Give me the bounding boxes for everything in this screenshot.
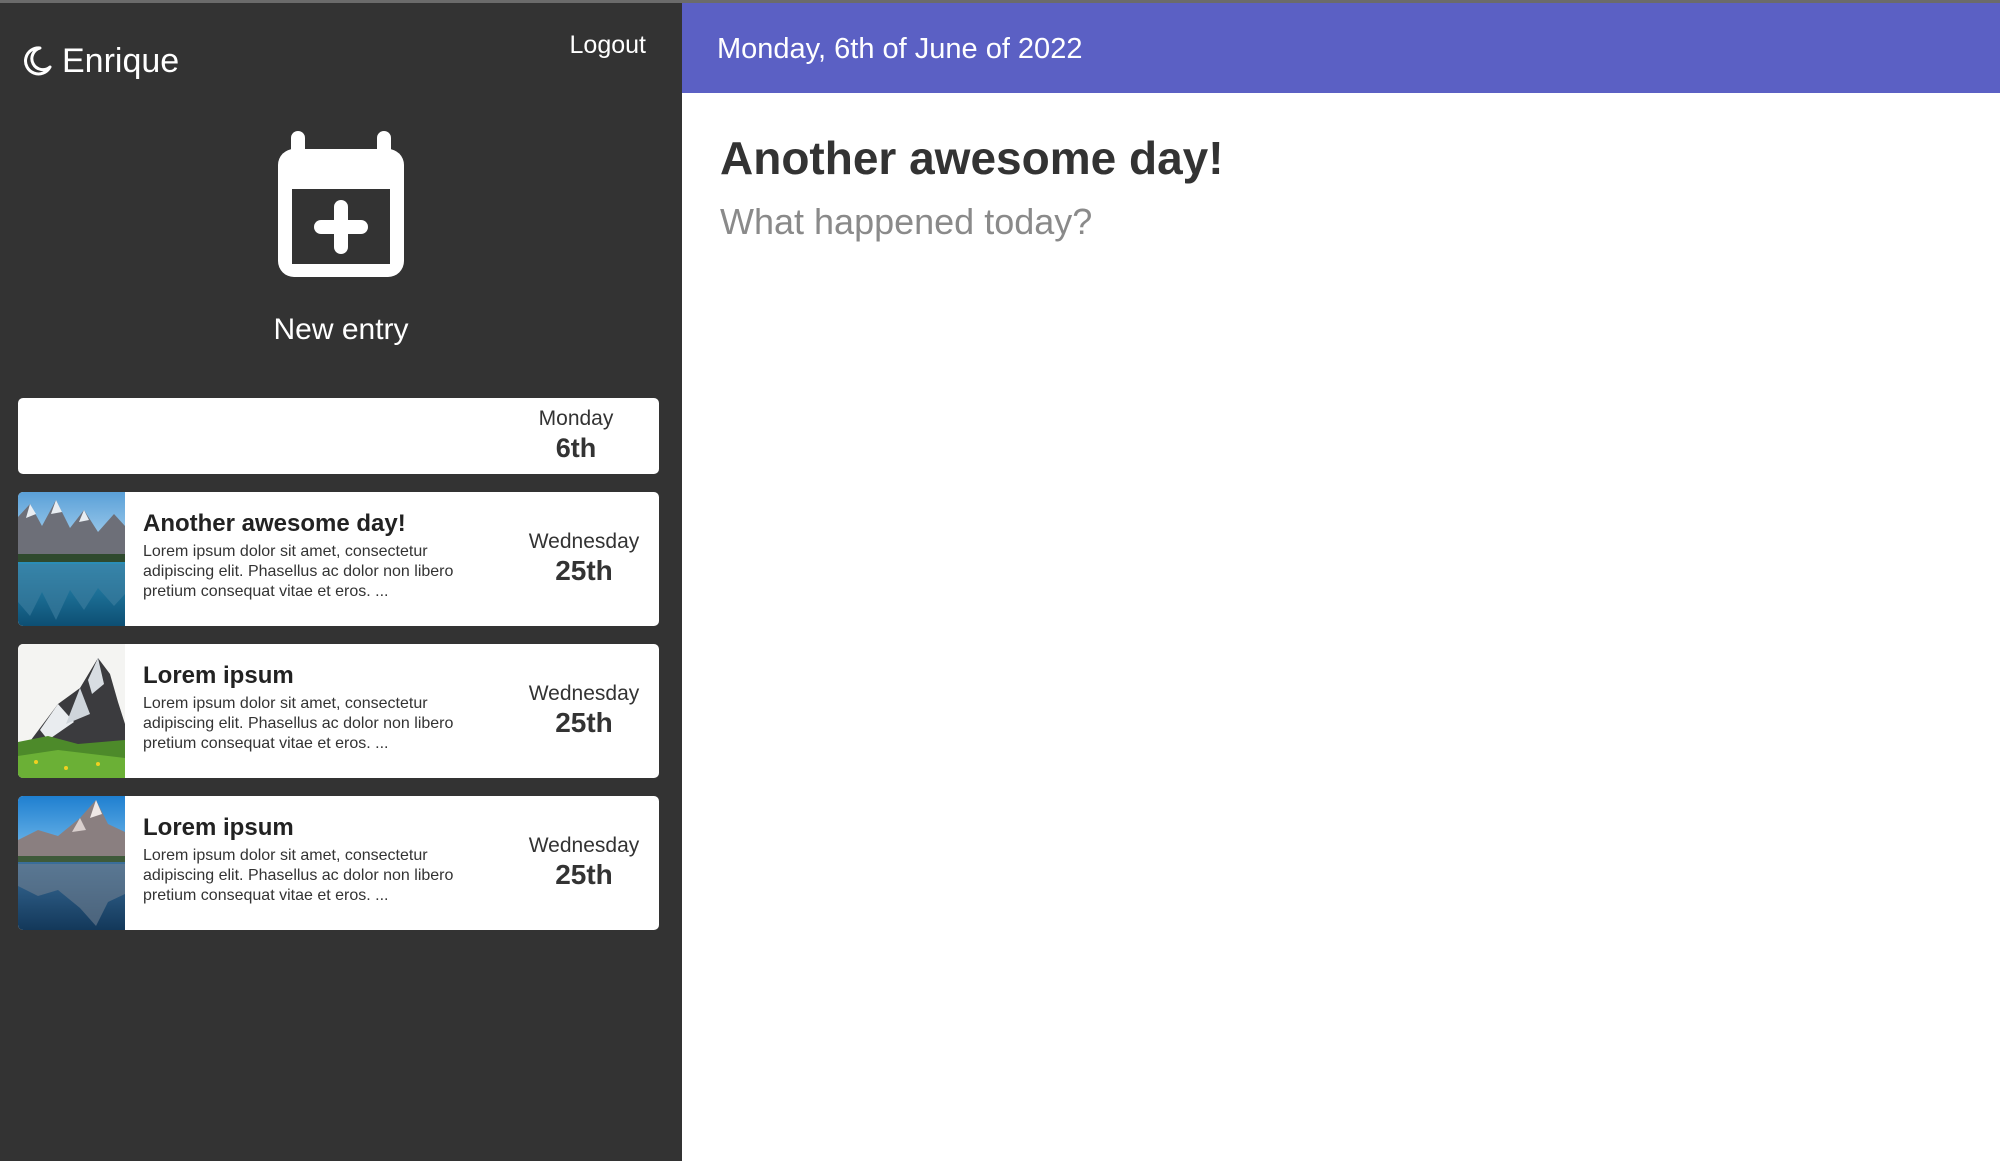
entry-thumbnail [18,644,125,778]
entry-card[interactable]: Lorem ipsum Lorem ipsum dolor sit amet, … [18,644,659,778]
moon-icon [24,46,52,76]
entry-title: Lorem ipsum [143,662,294,689]
entry-card[interactable]: Another awesome day! Lorem ipsum dolor s… [18,492,659,626]
calendar-plus-icon [278,131,404,277]
logout-button[interactable]: Logout [570,30,646,60]
entry-weekday: Wednesday [528,530,640,553]
entry-excerpt: Lorem ipsum dolor sit amet, consectetur … [143,543,454,600]
entry-weekday: Wednesday [528,834,640,857]
entry-date: Wednesday 25th [509,796,659,930]
entry-day: 25th [555,859,613,890]
entry-weekday: Monday [538,407,614,430]
entry-text: Lorem ipsum Lorem ipsum dolor sit amet, … [125,644,509,778]
entry-card[interactable]: Lorem ipsum Lorem ipsum dolor sit amet, … [18,796,659,930]
entry-editor [720,128,1960,800]
entry-date: Wednesday 25th [509,644,659,778]
entry-excerpt: Lorem ipsum dolor sit amet, consectetur … [143,695,454,752]
entry-day: 25th [555,555,613,586]
entry-date: Monday 6th [501,398,651,474]
entry-excerpt: Lorem ipsum dolor sit amet, consectetur … [143,847,454,904]
entry-day: 6th [555,433,597,463]
entry-title-input[interactable] [720,128,1820,188]
entry-day: 25th [555,707,613,738]
entry-thumbnail [18,492,125,626]
entry-body-input[interactable] [720,200,1920,800]
current-date: Monday, 6th of June of 2022 [717,33,1083,65]
date-header: Monday, 6th of June of 2022 [682,3,2000,93]
entry-thumbnail [18,796,125,930]
entry-date: Wednesday 25th [509,492,659,626]
entry-title: Another awesome day! [143,510,406,537]
entry-text: Lorem ipsum Lorem ipsum dolor sit amet, … [125,796,509,930]
user-brand: Enrique [20,41,179,81]
sidebar: Enrique Logout New entry Monday 6th Anot… [0,3,682,1161]
entry-weekday: Wednesday [528,682,640,705]
user-name: Enrique [62,42,180,80]
entry-card[interactable]: Monday 6th [18,398,659,474]
new-entry-label: New entry [273,313,409,346]
entry-list: Monday 6th Another awesome day! Lorem ip… [18,398,659,948]
new-entry-button[interactable]: New entry [0,131,682,351]
entry-title: Lorem ipsum [143,814,294,841]
entry-text: Another awesome day! Lorem ipsum dolor s… [125,492,509,626]
